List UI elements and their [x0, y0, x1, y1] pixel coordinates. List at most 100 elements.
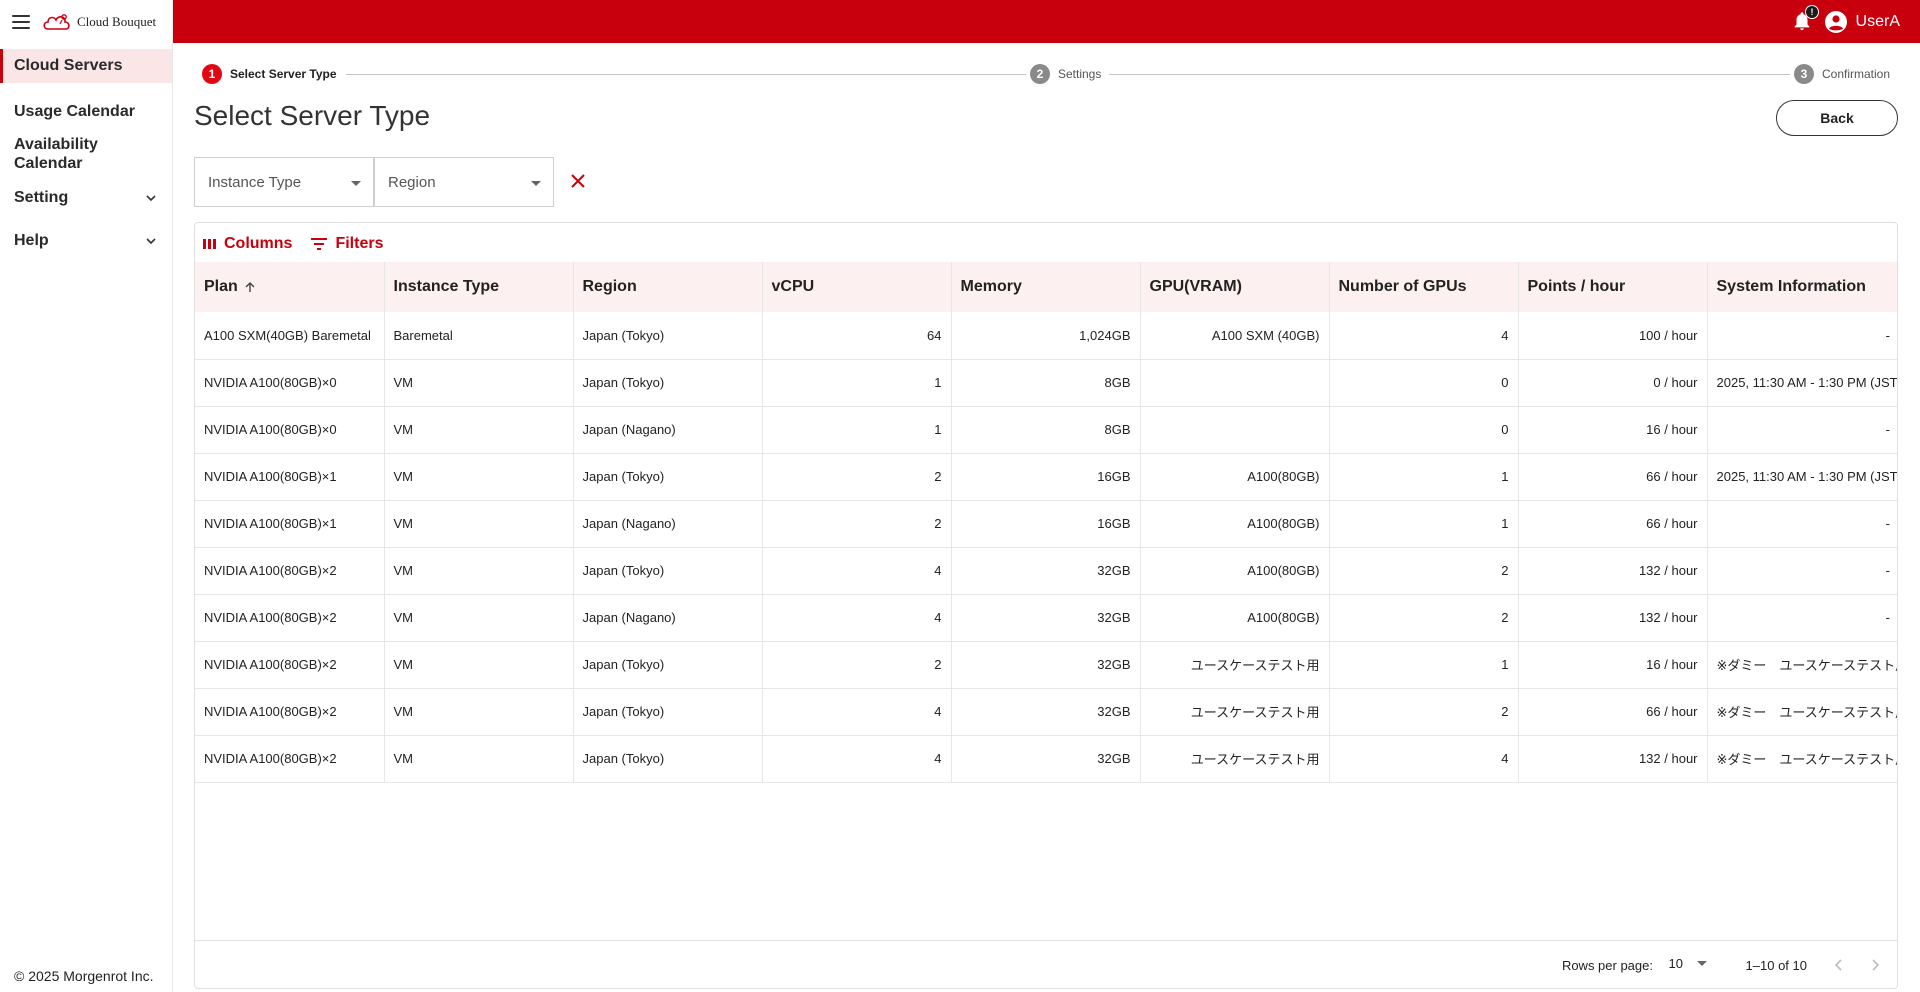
column-header-points-per-hour[interactable]: Points / hour [1518, 262, 1708, 312]
back-button[interactable]: Back [1776, 100, 1898, 136]
cell-plan: NVIDIA A100(80GB)×0 [195, 359, 385, 407]
sidebar-item-usage-calendar[interactable]: Usage Calendar [0, 97, 172, 127]
user-menu[interactable]: UserA [1824, 10, 1900, 34]
cell-plan: NVIDIA A100(80GB)×1 [195, 500, 385, 548]
cell-memory: 32GB [951, 735, 1141, 783]
sidebar-item-label: Help [14, 232, 49, 249]
chevron-down-icon [146, 195, 156, 202]
table-row[interactable]: NVIDIA A100(80GB)×0 VM Japan (Tokyo) 1 8… [195, 359, 1897, 407]
server-type-grid: Columns Filters Plan Instance Type Regio… [194, 222, 1898, 989]
page-title: Select Server Type [194, 100, 431, 131]
cell-system-information: - [1707, 500, 1897, 548]
brand-area: Cloud Bouquet [0, 0, 173, 43]
rows-per-page-select[interactable]: 10 [1669, 956, 1707, 971]
table-row[interactable]: NVIDIA A100(80GB)×1 VM Japan (Tokyo) 2 1… [195, 453, 1897, 501]
cell-instance-type: VM [384, 359, 574, 407]
notification-button[interactable]: ! [1791, 5, 1819, 32]
cell-memory: 8GB [951, 359, 1141, 407]
cell-gpu-vram: A100 SXM (40GB) [1140, 312, 1330, 360]
cell-memory: 32GB [951, 688, 1141, 736]
cloud-logo-icon [43, 13, 70, 30]
chevron-right-icon[interactable] [1865, 955, 1885, 975]
table-row[interactable]: NVIDIA A100(80GB)×2 VM Japan (Tokyo) 4 3… [195, 547, 1897, 595]
server-table: Plan Instance Type Region vCPU Memory GP… [195, 262, 1897, 783]
logo[interactable]: Cloud Bouquet [42, 12, 156, 32]
table-row[interactable]: NVIDIA A100(80GB)×2 VM Japan (Tokyo) 2 3… [195, 641, 1897, 689]
cell-region: Japan (Nagano) [573, 406, 763, 454]
table-row[interactable]: A100 SXM(40GB) Baremetal Baremetal Japan… [195, 312, 1897, 360]
columns-icon [203, 239, 216, 249]
cell-region: Japan (Tokyo) [573, 312, 763, 360]
cell-gpu-vram [1140, 359, 1330, 407]
cell-gpu-vram: A100(80GB) [1140, 547, 1330, 595]
chevron-down-icon [146, 238, 156, 245]
chevron-left-icon[interactable] [1829, 955, 1849, 975]
rows-per-page-label: Rows per page: [1561, 958, 1653, 973]
header-bar: ! UserA [173, 0, 1920, 43]
table-row[interactable]: NVIDIA A100(80GB)×2 VM Japan (Tokyo) 4 3… [195, 735, 1897, 783]
sidebar-item-help[interactable]: Help [0, 226, 172, 256]
cell-region: Japan (Tokyo) [573, 641, 763, 689]
cell-system-information: ※ダミー ユースケーステスト用 [1707, 688, 1897, 736]
header-row: Plan Instance Type Region vCPU Memory GP… [195, 262, 1897, 312]
caret-down-icon [351, 181, 361, 186]
cell-system-information: 2025, 11:30 AM - 1:30 PM (JST) [1707, 453, 1897, 501]
logo-text: Cloud Bouquet [77, 13, 157, 29]
column-header-memory[interactable]: Memory [951, 262, 1141, 312]
sidebar-item-availability-calendar[interactable]: Availability Calendar [0, 133, 120, 175]
sidebar-item-cloud-servers[interactable]: Cloud Servers [0, 49, 172, 83]
instance-type-select[interactable]: Instance Type [194, 157, 374, 207]
cell-vcpu: 1 [762, 406, 952, 454]
step-label: Confirmation [1822, 67, 1891, 81]
cell-points-per-hour: 66 / hour [1518, 453, 1708, 501]
cell-system-information: - [1707, 312, 1897, 360]
table-row[interactable]: NVIDIA A100(80GB)×2 VM Japan (Nagano) 4 … [195, 594, 1897, 642]
cell-points-per-hour: 132 / hour [1518, 735, 1708, 783]
cell-vcpu: 2 [762, 500, 952, 548]
copyright: © 2025 Morgenrot Inc. [14, 968, 154, 984]
sidebar-item-label: Usage Calendar [14, 103, 135, 120]
table-row[interactable]: NVIDIA A100(80GB)×1 VM Japan (Nagano) 2 … [195, 500, 1897, 548]
cell-number-of-gpus: 2 [1329, 594, 1519, 642]
cell-vcpu: 64 [762, 312, 952, 360]
column-header-instance-type[interactable]: Instance Type [384, 262, 574, 312]
step-select-server-type: 1 Select Server Type [202, 64, 345, 84]
clear-filters-icon[interactable] [568, 171, 588, 191]
cell-instance-type: VM [384, 594, 574, 642]
column-header-gpu-vram[interactable]: GPU(VRAM) [1140, 262, 1330, 312]
sidebar-item-label: Cloud Servers [14, 57, 123, 74]
sidebar-item-setting[interactable]: Setting [0, 183, 172, 213]
cell-memory: 32GB [951, 594, 1141, 642]
cell-gpu-vram [1140, 406, 1330, 454]
cell-plan: NVIDIA A100(80GB)×2 [195, 594, 385, 642]
table-row[interactable]: NVIDIA A100(80GB)×0 VM Japan (Nagano) 1 … [195, 406, 1897, 454]
filters-label: Filters [335, 235, 384, 252]
filters-button[interactable]: Filters [310, 235, 383, 253]
column-header-system-information[interactable]: System Information [1707, 262, 1897, 312]
columns-button[interactable]: Columns [203, 235, 292, 253]
cell-memory: 16GB [951, 500, 1141, 548]
cell-instance-type: VM [384, 547, 574, 595]
column-header-region[interactable]: Region [573, 262, 763, 312]
cell-vcpu: 2 [762, 641, 952, 689]
step-settings: 2 Settings [1026, 64, 1110, 84]
cell-number-of-gpus: 2 [1329, 688, 1519, 736]
table-row[interactable]: NVIDIA A100(80GB)×2 VM Japan (Tokyo) 4 3… [195, 688, 1897, 736]
column-header-vcpu[interactable]: vCPU [762, 262, 952, 312]
cell-memory: 32GB [951, 641, 1141, 689]
user-name: UserA [1855, 13, 1900, 30]
cell-instance-type: VM [384, 735, 574, 783]
menu-icon[interactable] [12, 14, 30, 29]
column-header-plan[interactable]: Plan [195, 262, 385, 312]
cell-instance-type: VM [384, 688, 574, 736]
cell-gpu-vram: A100(80GB) [1140, 500, 1330, 548]
column-header-number-of-gpus[interactable]: Number of GPUs [1329, 262, 1519, 312]
stepper: 1 Select Server Type 2 Settings 3 Confir… [202, 64, 1894, 84]
rows-per-page-value: 10 [1668, 956, 1683, 971]
cell-region: Japan (Tokyo) [573, 547, 763, 595]
cell-number-of-gpus: 4 [1329, 312, 1519, 360]
cell-number-of-gpus: 1 [1329, 641, 1519, 689]
caret-down-icon [1697, 961, 1707, 966]
cell-region: Japan (Tokyo) [573, 735, 763, 783]
region-select[interactable]: Region [374, 157, 554, 207]
